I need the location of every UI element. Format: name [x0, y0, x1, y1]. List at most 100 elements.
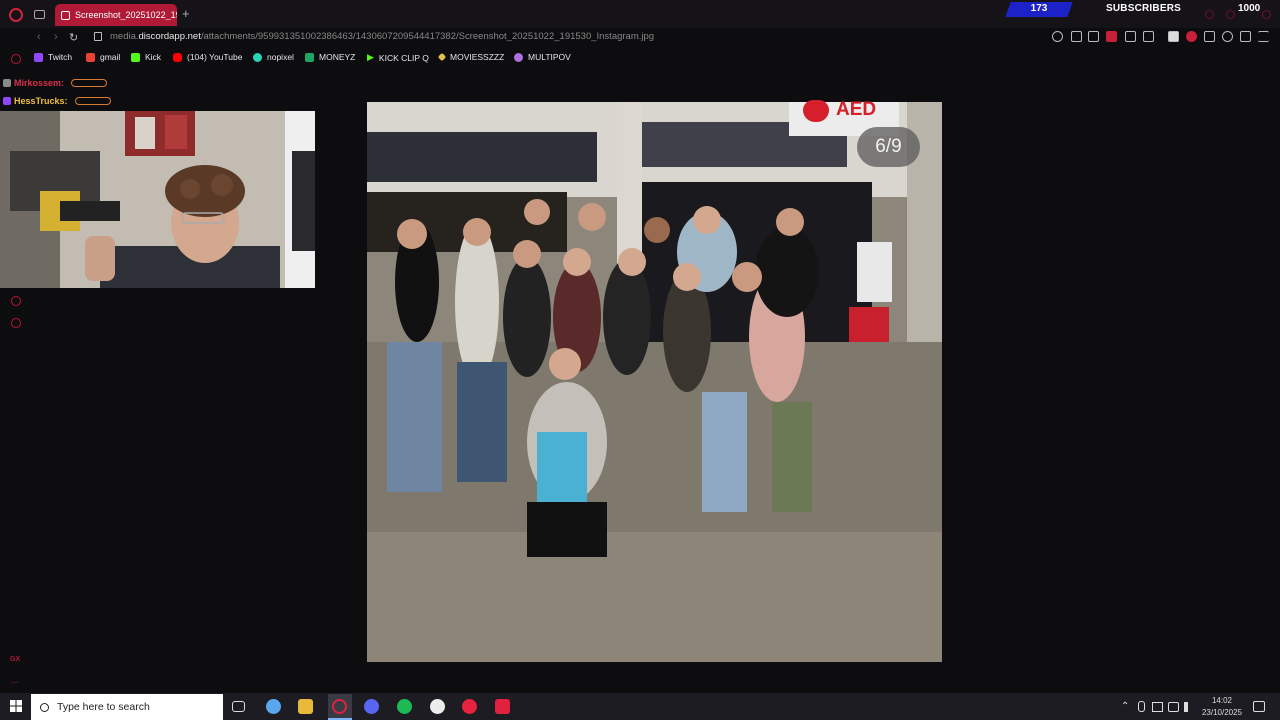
back-icon[interactable]: ‹ [37, 31, 41, 43]
microphone-icon[interactable] [1138, 701, 1145, 712]
webcam-feed [0, 111, 315, 288]
lock-icon [94, 32, 102, 41]
opera-gx-icon[interactable] [332, 699, 347, 714]
pin-icon[interactable] [1071, 31, 1082, 42]
tab-screenshot[interactable]: Screenshot_20251022_19 [55, 4, 177, 26]
chevron-up-icon[interactable]: ⌃ [1121, 701, 1129, 712]
heart-icon [803, 100, 829, 122]
zoom-icon[interactable] [1052, 31, 1063, 42]
aed-sign-text: AED [836, 99, 877, 120]
bookmark-label: MOVIESSZZZ [450, 52, 505, 62]
search-placeholder: Type here to search [57, 701, 150, 713]
tab-strip [0, 0, 1280, 28]
obs-icon[interactable] [430, 699, 445, 714]
url-path: /attachments/959931351002386463/14306072… [200, 31, 655, 42]
kick-icon [131, 52, 140, 62]
discord-icon[interactable] [364, 699, 379, 714]
gmail-icon [86, 52, 95, 62]
volume-icon[interactable] [1184, 702, 1194, 712]
carousel-counter: 6/9 [857, 127, 920, 167]
webcam-image [0, 111, 315, 288]
messenger-icon[interactable] [11, 296, 21, 306]
bookmark-label: Twitch [48, 52, 73, 62]
subscriber-count: 173 [1030, 3, 1048, 14]
bookmark-youtube[interactable]: (104) YouTube [173, 52, 242, 62]
adblock-shield-icon[interactable] [1106, 31, 1117, 42]
bookmark-label: gmail [100, 52, 121, 62]
windows-start-icon[interactable] [10, 700, 22, 712]
network-icon[interactable] [1152, 702, 1163, 712]
sheets-icon [305, 52, 314, 62]
youtube-icon [173, 52, 182, 62]
snapshot-icon[interactable] [1088, 31, 1099, 42]
notification-icon[interactable] [1253, 701, 1265, 712]
reload-icon[interactable]: ↻ [69, 31, 78, 44]
bookmark-label: Kick [145, 52, 162, 62]
new-tab-button[interactable]: + [182, 7, 190, 21]
close-icon[interactable] [1262, 10, 1271, 19]
taskbar-search[interactable]: Type here to search [31, 694, 223, 720]
bookmark-kick[interactable]: Kick [131, 52, 161, 62]
bookmark-moviesszzz[interactable]: MOVIESSZZZ [437, 52, 505, 62]
clock-date[interactable]: 23/10/2025 [1198, 708, 1246, 717]
display-icon[interactable] [1168, 702, 1179, 712]
tab-manager-icon[interactable] [34, 10, 45, 19]
spotify-icon[interactable] [397, 699, 412, 714]
gx-control-icon[interactable] [11, 54, 21, 64]
bookmark-nopixel[interactable]: nopixel [253, 52, 294, 62]
menu-icon[interactable] [1258, 31, 1269, 42]
download-icon[interactable] [1240, 31, 1251, 42]
address-field[interactable]: media.discordapp.net/attachments/9599313… [110, 31, 654, 42]
speaker-icon[interactable] [1168, 31, 1179, 42]
bookmark-label: MULTIPOV [528, 52, 571, 62]
vpn-icon[interactable] [1186, 31, 1197, 42]
twitch-icon [34, 52, 43, 62]
tab-title: Screenshot_20251022_19 [75, 10, 177, 20]
subscriber-label: SUBSCRIBERS [1106, 3, 1181, 14]
emote-icon [74, 97, 111, 105]
bookmark-label: MONEYZ [319, 52, 356, 62]
nopixel-icon [253, 52, 262, 62]
copilot-icon[interactable] [266, 699, 281, 714]
extensions-icon[interactable] [1204, 31, 1215, 42]
streamlabs-icon[interactable] [462, 699, 477, 714]
bookmark-twitch[interactable]: Twitch [34, 52, 72, 62]
task-view-icon[interactable] [232, 701, 245, 712]
app-icon[interactable] [495, 699, 510, 714]
user-badge-icon [3, 97, 11, 105]
bookmark-label: nopixel [267, 52, 294, 62]
group-photo-image [367, 102, 942, 662]
account-icon[interactable] [1222, 31, 1233, 42]
chat-message: HessTrucks: [3, 96, 111, 106]
bookmark-gmail[interactable]: gmail [86, 52, 120, 62]
clock-time[interactable]: 14:02 [1200, 696, 1244, 705]
url-host: discordapp.net [138, 31, 201, 42]
bookmark-label: KICK CLIP Q [378, 52, 429, 63]
file-explorer-icon[interactable] [298, 699, 313, 714]
forward-icon[interactable]: › [54, 31, 58, 43]
pen-icon [437, 52, 447, 62]
subscriber-goal: 1000 [1238, 3, 1261, 14]
play-icon: ▶ [367, 52, 374, 62]
search-icon [40, 702, 49, 712]
heart-icon[interactable] [1143, 31, 1154, 42]
maximize-icon[interactable] [1226, 10, 1235, 19]
bookmark-moneyz[interactable]: MONEYZ [305, 52, 355, 62]
bookmark-multipov[interactable]: MULTIPOV [514, 52, 571, 62]
multipov-icon [514, 52, 523, 62]
settings-icon[interactable] [11, 318, 21, 328]
more-icon[interactable]: ... [11, 675, 19, 685]
user-badge-icon [3, 79, 11, 87]
url-prefix: media. [110, 31, 139, 42]
bookmark-kick-clip-q[interactable]: ▶ KICK CLIP Q [367, 52, 429, 63]
chat-message: Mirkossem: [3, 78, 108, 88]
bookmark-label: (104) YouTube [187, 52, 243, 62]
opera-gx-logo-icon[interactable] [9, 8, 23, 22]
instagram-photo [367, 102, 942, 662]
image-icon [61, 10, 70, 20]
player-icon[interactable] [1125, 31, 1136, 42]
emote-icon [71, 79, 108, 87]
chat-username: HessTrucks: [14, 96, 68, 106]
minimize-icon[interactable] [1205, 10, 1214, 19]
chat-username: Mirkossem: [14, 78, 65, 88]
